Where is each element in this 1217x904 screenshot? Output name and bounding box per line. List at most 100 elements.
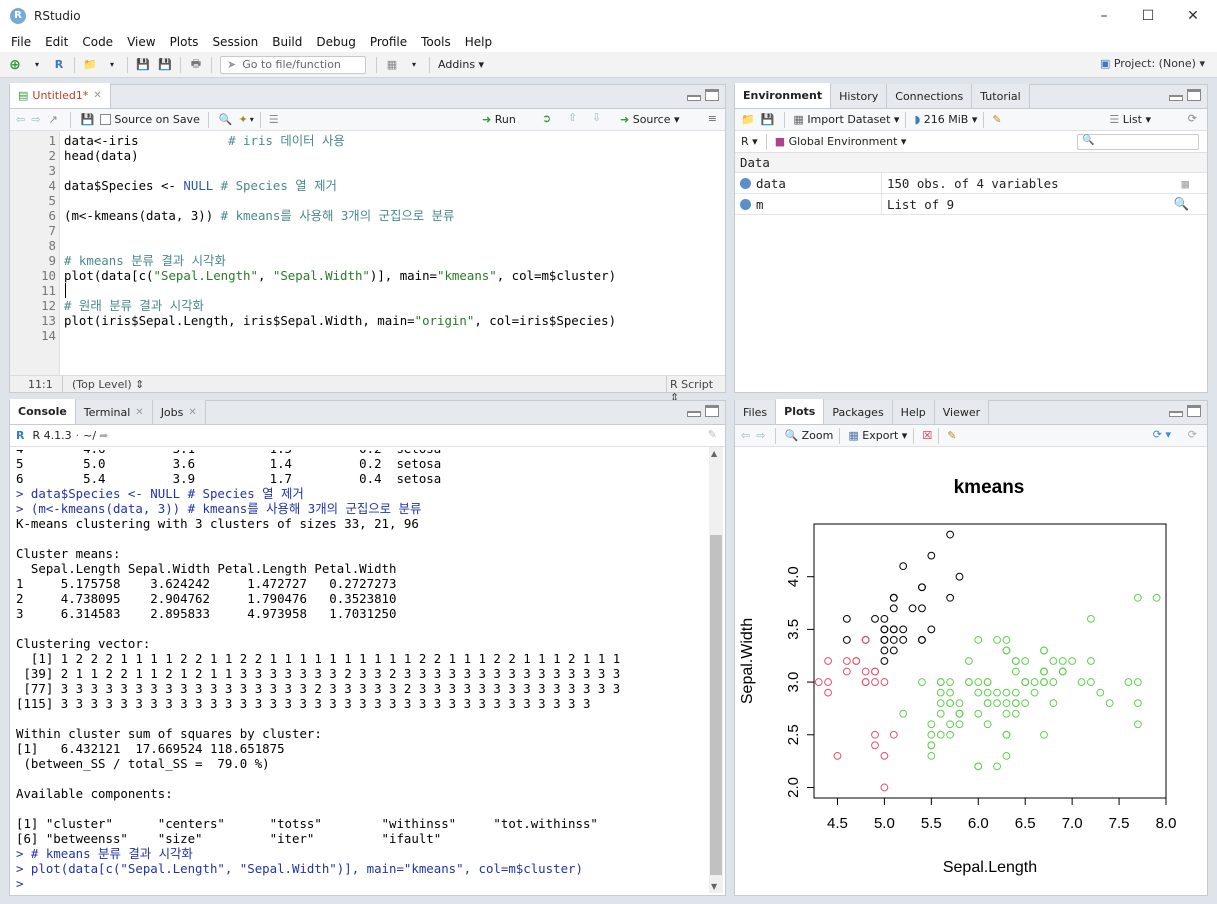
- menu-plots[interactable]: Plots: [163, 35, 206, 49]
- minimize-pane-button[interactable]: [687, 95, 701, 101]
- back-icon[interactable]: ⇦: [741, 429, 750, 442]
- tab-environment[interactable]: Environment: [735, 83, 832, 108]
- code-line[interactable]: data<-iris # iris 데이터 사용: [64, 133, 345, 148]
- menu-file[interactable]: File: [4, 35, 38, 49]
- grid-layout-icon[interactable]: ▦: [384, 57, 400, 73]
- save-icon[interactable]: 💾: [135, 57, 151, 73]
- menu-build[interactable]: Build: [265, 35, 309, 49]
- forward-icon[interactable]: ⇨: [756, 429, 765, 442]
- maximize-pane-button[interactable]: [1187, 89, 1201, 101]
- remove-plot-icon[interactable]: ☒: [922, 429, 932, 442]
- code-line[interactable]: plot(data[c("Sepal.Length", "Sepal.Width…: [64, 268, 616, 283]
- goto-file-input[interactable]: ➤ Go to file/function: [220, 55, 366, 74]
- menu-view[interactable]: View: [120, 35, 162, 49]
- maximize-pane-button[interactable]: [705, 405, 719, 417]
- console-scrollbar[interactable]: ▲ ▼: [709, 447, 723, 893]
- minimize-pane-button[interactable]: [1169, 411, 1183, 417]
- publish-icon[interactable]: ⟳ ▾: [1153, 428, 1171, 441]
- forward-icon[interactable]: ⇨: [31, 113, 40, 126]
- view-list-button[interactable]: ☰ List ▾: [1109, 113, 1151, 126]
- outline-icon[interactable]: ☰: [269, 113, 279, 126]
- menu-tools[interactable]: Tools: [414, 35, 458, 49]
- global-env-selector[interactable]: ■ Global Environment ▾: [775, 135, 907, 148]
- export-button[interactable]: ▦ Export ▾: [848, 429, 907, 442]
- search-icon[interactable]: 🔍: [219, 113, 233, 126]
- close-window-button[interactable]: ✕: [1170, 0, 1216, 31]
- refresh-icon[interactable]: ⟳: [1188, 428, 1197, 441]
- language-selector[interactable]: R ▾: [741, 135, 758, 148]
- menu-code[interactable]: Code: [75, 35, 120, 49]
- minimize-button[interactable]: –: [1081, 0, 1127, 31]
- maximize-pane-button[interactable]: [1187, 405, 1201, 417]
- code-line[interactable]: # kmeans 분류 결과 시각화: [64, 253, 226, 268]
- broom-icon[interactable]: ✎: [992, 113, 1001, 126]
- console-output[interactable]: 4 4.6 3.1 1.5 0.2 setosa5 5.0 3.6 1.4 0.…: [14, 450, 705, 893]
- menu-debug[interactable]: Debug: [309, 35, 362, 49]
- tab-packages[interactable]: Packages: [824, 400, 893, 424]
- addins-menu[interactable]: Addins ▾: [438, 58, 484, 71]
- project-menu[interactable]: ▣ Project: (None) ▾: [1100, 57, 1205, 70]
- maximize-pane-button[interactable]: [705, 89, 719, 101]
- expand-icon[interactable]: [740, 198, 751, 210]
- tab-untitled1[interactable]: ▤ Untitled1* ✕: [10, 83, 111, 108]
- minimize-pane-button[interactable]: [1169, 95, 1183, 101]
- new-project-icon[interactable]: R: [51, 57, 67, 73]
- tab-plots[interactable]: Plots: [776, 399, 825, 424]
- tab-viewer[interactable]: Viewer: [934, 400, 990, 424]
- view-table-icon[interactable]: ▦: [1182, 176, 1189, 191]
- minimize-pane-button[interactable]: [687, 411, 701, 417]
- tab-help[interactable]: Help: [892, 400, 935, 424]
- env-row-m[interactable]: m List of 9 🔍: [735, 193, 1207, 215]
- clear-console-icon[interactable]: ✎: [708, 428, 717, 441]
- memory-usage-button[interactable]: ◗ 216 MiB ▾: [914, 113, 977, 126]
- code-line[interactable]: head(data): [64, 148, 139, 163]
- rerun-icon[interactable]: ➲: [542, 112, 551, 125]
- menu-session[interactable]: Session: [205, 35, 265, 49]
- dropdown-icon[interactable]: ▾: [104, 57, 120, 73]
- menu-help[interactable]: Help: [458, 35, 499, 49]
- expand-icon[interactable]: [740, 177, 751, 189]
- tab-tutorial[interactable]: Tutorial: [972, 84, 1030, 108]
- code-line[interactable]: data$Species <- NULL # Species 열 제거: [64, 178, 337, 193]
- code-editor[interactable]: 1 data<-iris # iris 데이터 사용 2 head(data) 3 4 da…: [10, 131, 725, 375]
- menu-edit[interactable]: Edit: [38, 35, 75, 49]
- down-icon[interactable]: ⇩: [592, 111, 601, 124]
- show-in-window-icon[interactable]: ↗: [48, 113, 57, 126]
- open-folder-icon[interactable]: 📁: [82, 57, 98, 73]
- tab-history[interactable]: History: [831, 84, 888, 108]
- code-line[interactable]: # 원래 분류 결과 시각화: [64, 298, 204, 313]
- source-on-save-checkbox[interactable]: [100, 114, 112, 125]
- zoom-button[interactable]: 🔍 Zoom: [784, 429, 833, 442]
- search-icon[interactable]: 🔍: [1174, 196, 1189, 212]
- env-search-input[interactable]: 🔍: [1077, 134, 1199, 150]
- refresh-icon[interactable]: ⟳: [1188, 112, 1197, 125]
- save-icon[interactable]: 💾: [761, 113, 775, 126]
- save-icon[interactable]: 💾: [81, 113, 95, 126]
- print-icon[interactable]: 🖶: [188, 57, 204, 73]
- tab-terminal[interactable]: Terminal ✕: [75, 400, 153, 424]
- broom-icon[interactable]: ✎: [947, 429, 956, 442]
- tab-console[interactable]: Console: [10, 399, 76, 424]
- save-all-icon[interactable]: 💾: [157, 57, 173, 73]
- dropdown-icon[interactable]: ▾: [250, 115, 254, 124]
- close-tab-icon[interactable]: ✕: [93, 90, 101, 101]
- back-icon[interactable]: ⇦: [16, 113, 25, 126]
- new-file-icon[interactable]: ⊕: [7, 57, 23, 73]
- close-tab-icon[interactable]: ✕: [135, 407, 143, 418]
- menu-lines-icon[interactable]: ≡: [708, 112, 717, 125]
- menu-profile[interactable]: Profile: [363, 35, 414, 49]
- close-tab-icon[interactable]: ✕: [188, 407, 196, 418]
- up-icon[interactable]: ⇧: [568, 111, 577, 124]
- dropdown-icon[interactable]: ▾: [29, 57, 45, 73]
- magic-wand-icon[interactable]: ✦: [239, 113, 248, 126]
- tab-files[interactable]: Files: [735, 400, 777, 424]
- run-button[interactable]: ➜ Run: [482, 113, 516, 126]
- goto-dir-icon[interactable]: ➦: [99, 429, 108, 442]
- scope-selector[interactable]: (Top Level) ⇕: [72, 378, 144, 391]
- code-line[interactable]: (m<-kmeans(data, 3)) # kmeans를 사용해 3개의 군…: [64, 208, 454, 223]
- tab-connections[interactable]: Connections: [887, 84, 973, 108]
- maximize-button[interactable]: ☐: [1125, 0, 1171, 31]
- env-row-data[interactable]: data 150 obs. of 4 variables ▦: [735, 172, 1207, 194]
- code-line[interactable]: plot(iris$Sepal.Length, iris$Sepal.Width…: [64, 313, 616, 328]
- open-folder-icon[interactable]: 📁: [741, 113, 755, 126]
